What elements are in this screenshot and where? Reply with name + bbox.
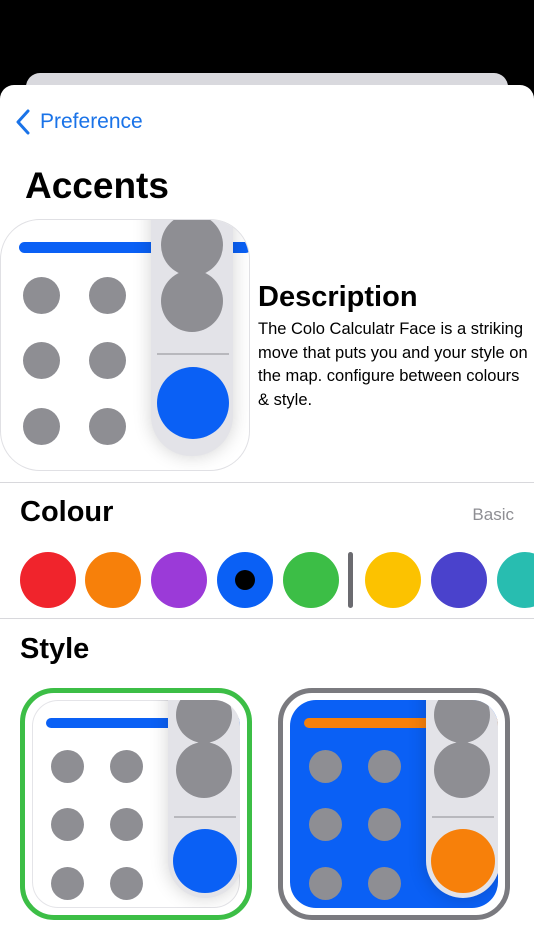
key-dot (368, 867, 401, 900)
strip-dot (161, 220, 223, 276)
strip-dot (176, 700, 232, 743)
strip-separator (432, 816, 494, 818)
key-dot (89, 342, 126, 379)
strip-dot (161, 270, 223, 332)
style-preview-icon (290, 700, 498, 908)
colour-swatch-yellow[interactable] (365, 552, 421, 608)
style-preview-icon (32, 700, 240, 908)
accent-button (431, 829, 495, 893)
key-dot (89, 408, 126, 445)
key-dot (110, 808, 143, 841)
side-strip (168, 700, 240, 898)
colour-swatch-orange[interactable] (85, 552, 141, 608)
key-dot (51, 867, 84, 900)
description-heading: Description (258, 281, 418, 313)
style-section-title: Style (20, 633, 90, 665)
strip-dot (434, 742, 490, 798)
accent-button (157, 367, 229, 439)
description: Description The Colo Calculatr Face is a… (258, 281, 528, 412)
key-dot (51, 750, 84, 783)
back-button[interactable]: Preference (14, 107, 143, 137)
colour-swatch-red[interactable] (20, 552, 76, 608)
back-label: Preference (40, 110, 143, 133)
key-dot (110, 867, 143, 900)
key-dot (309, 808, 342, 841)
page-title: Accents (25, 165, 169, 206)
preference-sheet: Preference Accents Description The Colo … (0, 85, 534, 950)
colour-mode-label[interactable]: Basic (472, 505, 514, 525)
colour-swatch-indigo[interactable] (431, 552, 487, 608)
style-option-filled[interactable] (278, 688, 510, 920)
description-body: The Colo Calculatr Face is a striking mo… (258, 320, 528, 409)
selected-indicator (235, 570, 255, 590)
colour-swatch-green[interactable] (283, 552, 339, 608)
chevron-left-icon (16, 109, 30, 135)
key-dot (368, 750, 401, 783)
strip-dot (176, 742, 232, 798)
key-dot (23, 277, 60, 314)
key-dot (368, 808, 401, 841)
preview-app-icon (0, 219, 250, 471)
key-dot (309, 867, 342, 900)
divider (0, 618, 534, 619)
strip-separator (157, 353, 229, 355)
style-option-light[interactable] (20, 688, 252, 920)
colour-section-title: Colour (20, 496, 114, 528)
strip-separator (174, 816, 236, 818)
colour-swatch-teal[interactable] (497, 552, 534, 608)
key-dot (309, 750, 342, 783)
colour-swatch-blue[interactable] (217, 552, 273, 608)
key-dot (89, 277, 126, 314)
swatch-group-separator (348, 552, 353, 608)
key-dot (23, 408, 60, 445)
divider (0, 482, 534, 483)
key-dot (51, 808, 84, 841)
key-dot (110, 750, 143, 783)
side-strip (426, 700, 498, 898)
accent-button (173, 829, 237, 893)
key-dot (23, 342, 60, 379)
strip-dot (434, 700, 490, 743)
side-strip (151, 220, 233, 456)
colour-swatch-purple[interactable] (151, 552, 207, 608)
